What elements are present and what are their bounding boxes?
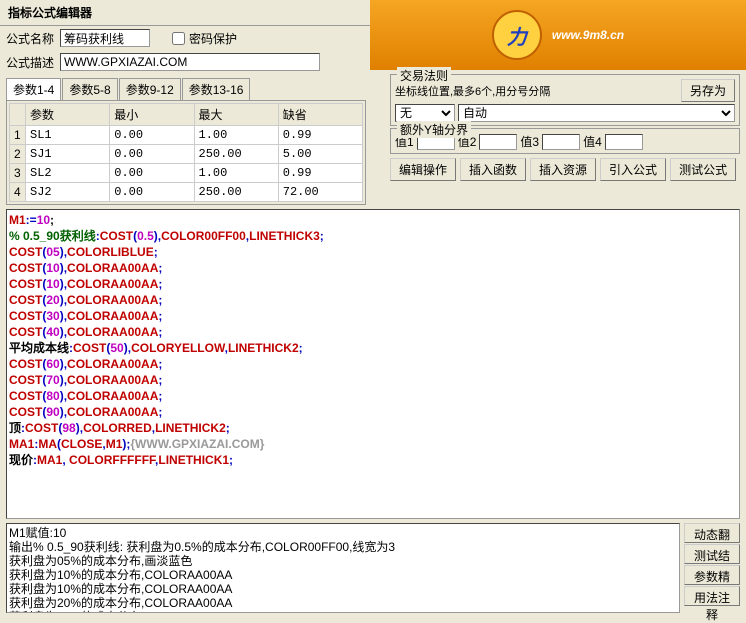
desc-label: 公式描述 — [6, 54, 56, 71]
param-min-input[interactable] — [110, 183, 193, 201]
param-table: 参数 最小 最大 缺省 1234 — [9, 103, 363, 202]
param-name-input[interactable] — [26, 126, 109, 144]
param-panel: 参数 最小 最大 缺省 1234 — [6, 100, 366, 205]
param-def-input[interactable] — [279, 145, 362, 163]
yaxis-v3-input[interactable] — [542, 134, 580, 150]
test-formula-button[interactable]: 测试公式 — [670, 158, 736, 181]
tab-params-1-4[interactable]: 参数1-4 — [6, 78, 61, 100]
tab-params-5-8[interactable]: 参数5-8 — [62, 78, 117, 100]
param-min-input[interactable] — [110, 145, 193, 163]
import-formula-button[interactable]: 引入公式 — [600, 158, 666, 181]
param-row: 2 — [10, 145, 363, 164]
formula-name-input[interactable] — [60, 29, 150, 47]
param-name-input[interactable] — [26, 183, 109, 201]
right-panel: 交易法则 坐标线位置,最多6个,用分号分隔 另存为 无 自动 额外Y轴分界 值1… — [390, 22, 740, 181]
test-result-button[interactable]: 测试结果 — [684, 544, 740, 564]
tab-params-9-12[interactable]: 参数9-12 — [119, 78, 181, 100]
yaxis-v4-input[interactable] — [605, 134, 643, 150]
param-min-input[interactable] — [110, 164, 193, 182]
output-panel[interactable]: M1赋值:10输出% 0.5_90获利线: 获利盘为0.5%的成本分布,COLO… — [6, 523, 680, 613]
param-max-input[interactable] — [195, 145, 278, 163]
yaxis-label: 额外Y轴分界 — [397, 121, 471, 138]
password-label: 密码保护 — [189, 30, 237, 47]
password-checkbox[interactable] — [172, 32, 185, 45]
dynamic-translate-button[interactable]: 动态翻译 — [684, 523, 740, 543]
formula-desc-input[interactable] — [60, 53, 320, 71]
rule-select-2[interactable]: 自动 — [458, 104, 735, 122]
param-max-input[interactable] — [195, 183, 278, 201]
col-param: 参数 — [26, 104, 110, 126]
trade-rule-group: 交易法则 坐标线位置,最多6个,用分号分隔 另存为 无 自动 — [390, 74, 740, 126]
param-row: 3 — [10, 164, 363, 183]
trade-rule-label: 交易法则 — [397, 67, 451, 84]
param-wizard-button[interactable]: 参数精灵 — [684, 565, 740, 585]
param-name-input[interactable] — [26, 145, 109, 163]
param-row: 1 — [10, 126, 363, 145]
insert-res-button[interactable]: 插入资源 — [530, 158, 596, 181]
name-label: 公式名称 — [6, 30, 56, 47]
yaxis-v2-input[interactable] — [479, 134, 517, 150]
param-min-input[interactable] — [110, 126, 193, 144]
param-max-input[interactable] — [195, 164, 278, 182]
tab-params-13-16[interactable]: 参数13-16 — [182, 78, 251, 100]
col-default: 缺省 — [278, 104, 362, 126]
param-row: 4 — [10, 183, 363, 202]
param-name-input[interactable] — [26, 164, 109, 182]
rule-select-1[interactable]: 无 — [395, 104, 455, 122]
save-as-button[interactable]: 另存为 — [681, 79, 735, 102]
col-max: 最大 — [194, 104, 278, 126]
param-max-input[interactable] — [195, 126, 278, 144]
param-def-input[interactable] — [279, 183, 362, 201]
usage-note-button[interactable]: 用法注释 — [684, 586, 740, 606]
param-def-input[interactable] — [279, 164, 362, 182]
insert-func-button[interactable]: 插入函数 — [460, 158, 526, 181]
param-def-input[interactable] — [279, 126, 362, 144]
coord-hint: 坐标线位置,最多6个,用分号分隔 — [395, 83, 550, 99]
code-editor[interactable]: M1:=10;% 0.5_90获利线:COST(0.5),COLOR00FF00… — [6, 209, 740, 519]
edit-ops-button[interactable]: 编辑操作 — [390, 158, 456, 181]
col-min: 最小 — [110, 104, 194, 126]
extra-yaxis-group: 额外Y轴分界 值1 值2 值3 值4 — [390, 128, 740, 154]
